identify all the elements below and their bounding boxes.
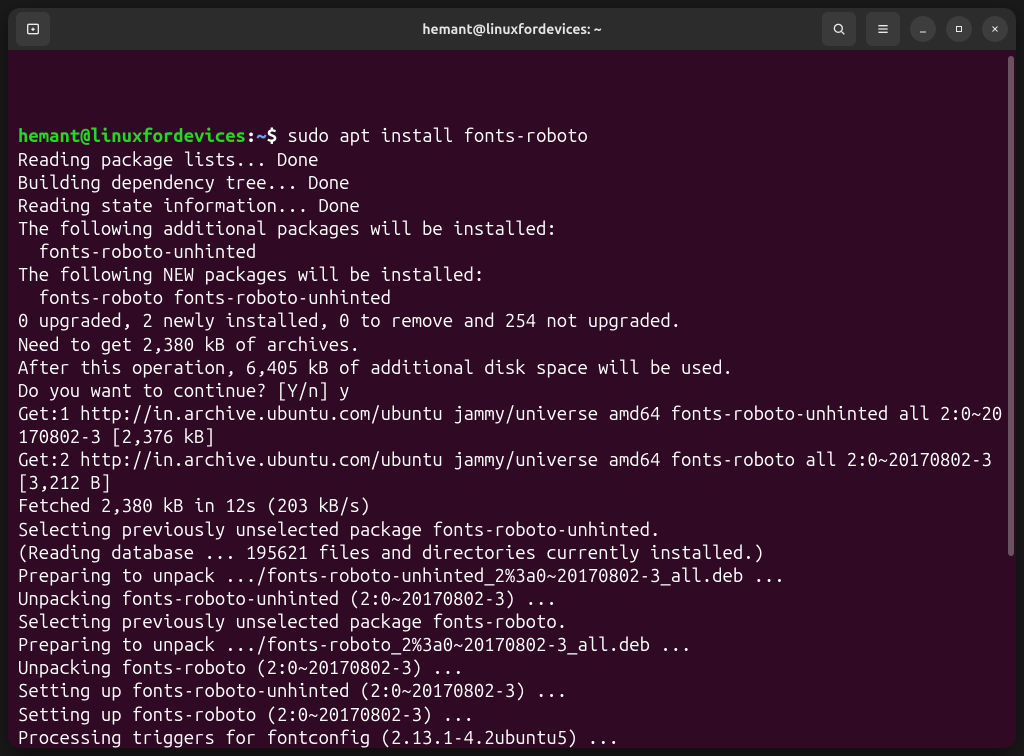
prompt-userhost: hemant@linuxfordevices — [18, 126, 246, 146]
output-line: Get:1 http://in.archive.ubuntu.com/ubunt… — [18, 403, 1006, 449]
new-tab-button[interactable] — [16, 12, 50, 46]
output-line: Processing triggers for fontconfig (2.13… — [18, 727, 1006, 748]
output-line: (Reading database ... 195621 files and d… — [18, 542, 1006, 565]
maximize-icon — [953, 23, 965, 35]
terminal-window: hemant@linuxfordevices: ~ — [8, 8, 1016, 748]
output-line: fonts-roboto-unhinted — [18, 241, 1006, 264]
search-button[interactable] — [822, 12, 856, 46]
output-line: Reading state information... Done — [18, 195, 1006, 218]
output-line: Setting up fonts-roboto-unhinted (2:0~20… — [18, 680, 1006, 703]
search-icon — [831, 21, 847, 37]
output-line: Do you want to continue? [Y/n] y — [18, 380, 1006, 403]
close-icon — [989, 23, 1001, 35]
output-line: The following NEW packages will be insta… — [18, 264, 1006, 287]
output-line: Get:2 http://in.archive.ubuntu.com/ubunt… — [18, 449, 1006, 495]
terminal-body[interactable]: hemant@linuxfordevices:~$ sudo apt insta… — [8, 50, 1016, 748]
prompt-line: hemant@linuxfordevices:~$ sudo apt insta… — [18, 125, 1006, 148]
hamburger-icon — [875, 21, 891, 37]
output-line: 0 upgraded, 2 newly installed, 0 to remo… — [18, 310, 1006, 333]
output-line: Unpacking fonts-roboto (2:0~20170802-3) … — [18, 657, 1006, 680]
output-line: Preparing to unpack .../fonts-roboto_2%3… — [18, 634, 1006, 657]
output-line: Building dependency tree... Done — [18, 172, 1006, 195]
menu-button[interactable] — [866, 12, 900, 46]
output-line: Unpacking fonts-roboto-unhinted (2:0~201… — [18, 588, 1006, 611]
output-line: Fetched 2,380 kB in 12s (203 kB/s) — [18, 495, 1006, 518]
output-line: Need to get 2,380 kB of archives. — [18, 334, 1006, 357]
prompt-sym: $ — [267, 126, 277, 146]
output-line: fonts-roboto fonts-roboto-unhinted — [18, 287, 1006, 310]
window-title: hemant@linuxfordevices: ~ — [422, 21, 601, 37]
output-line: After this operation, 6,405 kB of additi… — [18, 357, 1006, 380]
output-container: Reading package lists... DoneBuilding de… — [18, 149, 1006, 749]
prompt-sep: : — [246, 126, 256, 146]
prompt-path: ~ — [256, 126, 266, 146]
output-line: Selecting previously unselected package … — [18, 611, 1006, 634]
minimize-button[interactable] — [910, 16, 936, 42]
titlebar: hemant@linuxfordevices: ~ — [8, 8, 1016, 50]
command-text: sudo apt install fonts-roboto — [287, 126, 587, 146]
scrollbar[interactable] — [1008, 56, 1014, 556]
output-line: Preparing to unpack .../fonts-roboto-unh… — [18, 565, 1006, 588]
output-line: Setting up fonts-roboto (2:0~20170802-3)… — [18, 704, 1006, 727]
output-line: The following additional packages will b… — [18, 218, 1006, 241]
minimize-icon — [917, 23, 929, 35]
output-line: Selecting previously unselected package … — [18, 519, 1006, 542]
output-line: Reading package lists... Done — [18, 149, 1006, 172]
new-tab-icon — [25, 21, 41, 37]
close-button[interactable] — [982, 16, 1008, 42]
maximize-button[interactable] — [946, 16, 972, 42]
